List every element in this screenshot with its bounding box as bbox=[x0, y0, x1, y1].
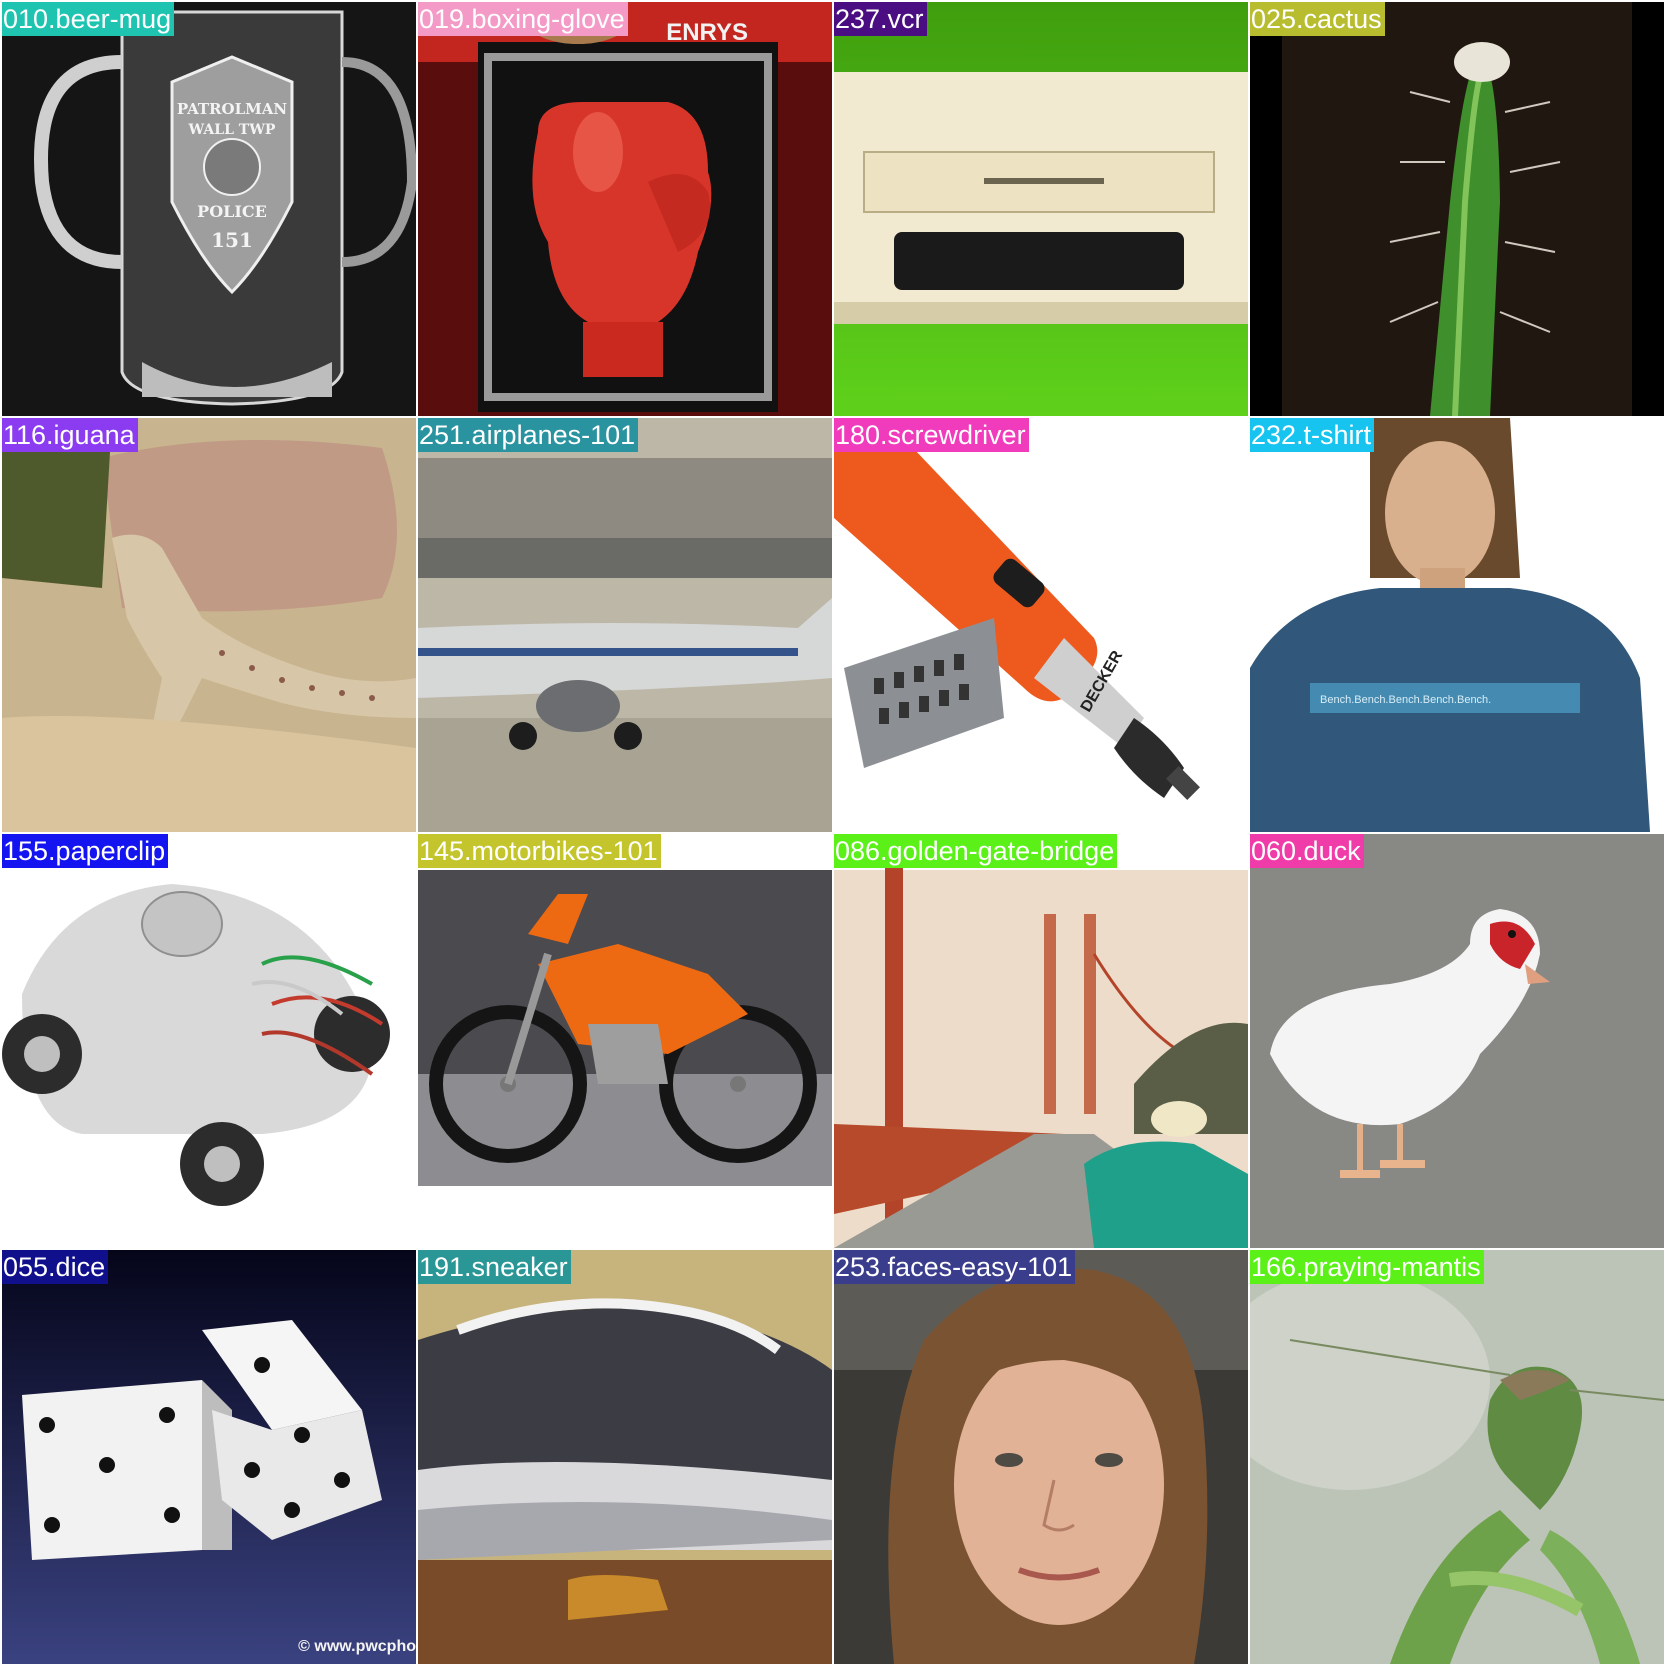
tile-vcr: 237.vcr bbox=[834, 2, 1248, 416]
tile-label: 155.paperclip bbox=[2, 834, 169, 868]
tile-screwdriver: DECKER 180.screwdriver bbox=[834, 418, 1248, 832]
tile-airplane: 251.airplanes-101 bbox=[418, 418, 832, 832]
dice-watermark: © www.pwcpho bbox=[298, 1638, 416, 1655]
tile-label: 237.vcr bbox=[834, 2, 927, 36]
tile-face: 253.faces-easy-101 bbox=[834, 1250, 1248, 1664]
tile-label: 019.boxing-glove bbox=[418, 2, 628, 36]
tile-label: 010.beer-mug bbox=[2, 2, 175, 36]
tile-boxing-glove: ENRYS 019.boxing-glove bbox=[418, 2, 832, 416]
beer-mug-image: PATROLMAN WALL TWP POLICE 151 bbox=[2, 2, 416, 416]
face-image bbox=[834, 1250, 1248, 1664]
tile-label: 086.golden-gate-bridge bbox=[834, 834, 1118, 868]
golden-gate-bridge-image bbox=[834, 834, 1248, 1248]
tile-label: 191.sneaker bbox=[418, 1250, 571, 1284]
tile-praying-mantis: 166.praying-mantis bbox=[1250, 1250, 1664, 1664]
tile-label: 232.t-shirt bbox=[1250, 418, 1375, 452]
tshirt-print-text: Bench.Bench.Bench.Bench.Bench. bbox=[1320, 694, 1491, 706]
tile-golden-gate-bridge: 086.golden-gate-bridge bbox=[834, 834, 1248, 1248]
tile-label: 166.praying-mantis bbox=[1250, 1250, 1484, 1284]
tile-duck: 060.duck bbox=[1250, 834, 1664, 1248]
mug-badge-number-text: 151 bbox=[211, 228, 253, 252]
tile-label: 055.dice bbox=[2, 1250, 109, 1284]
tile-beer-mug: PATROLMAN WALL TWP POLICE 151 010.beer-m… bbox=[2, 2, 416, 416]
glove-box-text: ENRYS bbox=[666, 19, 748, 46]
tile-label: 253.faces-easy-101 bbox=[834, 1250, 1076, 1284]
tile-label: 251.airplanes-101 bbox=[418, 418, 639, 452]
screwdriver-image: DECKER bbox=[834, 418, 1248, 832]
motorbike-image bbox=[418, 834, 832, 1248]
duck-image bbox=[1250, 834, 1664, 1248]
cactus-image bbox=[1250, 2, 1664, 416]
tile-cactus: 025.cactus bbox=[1250, 2, 1664, 416]
mug-badge-top-text: PATROLMAN bbox=[177, 100, 287, 118]
tile-sneaker: 191.sneaker bbox=[418, 1250, 832, 1664]
iguana-image bbox=[2, 418, 416, 832]
vcr-image bbox=[834, 2, 1248, 416]
mug-badge-bottom-text: POLICE bbox=[197, 202, 267, 221]
sneaker-image bbox=[418, 1250, 832, 1664]
tile-iguana: 116.iguana bbox=[2, 418, 416, 832]
tile-label: 060.duck bbox=[1250, 834, 1364, 868]
dice-image bbox=[2, 1250, 416, 1664]
praying-mantis-image bbox=[1250, 1250, 1664, 1664]
image-grid: PATROLMAN WALL TWP POLICE 151 010.beer-m… bbox=[0, 0, 1664, 1664]
paperclip-image bbox=[2, 834, 416, 1248]
tile-t-shirt: Bench.Bench.Bench.Bench.Bench. 232.t-shi… bbox=[1250, 418, 1664, 832]
tile-label: 025.cactus bbox=[1250, 2, 1385, 36]
tile-paperclip: 155.paperclip bbox=[2, 834, 416, 1248]
tile-label: 145.motorbikes-101 bbox=[418, 834, 661, 868]
mug-badge-mid-text: WALL TWP bbox=[188, 122, 276, 138]
tile-label: 116.iguana bbox=[2, 418, 138, 452]
boxing-glove-image: ENRYS bbox=[418, 2, 832, 416]
airplane-image bbox=[418, 418, 832, 832]
tile-label: 180.screwdriver bbox=[834, 418, 1029, 452]
tile-motorbike: 145.motorbikes-101 bbox=[418, 834, 832, 1248]
t-shirt-image: Bench.Bench.Bench.Bench.Bench. bbox=[1250, 418, 1664, 832]
tile-dice: © www.pwcpho 055.dice bbox=[2, 1250, 416, 1664]
